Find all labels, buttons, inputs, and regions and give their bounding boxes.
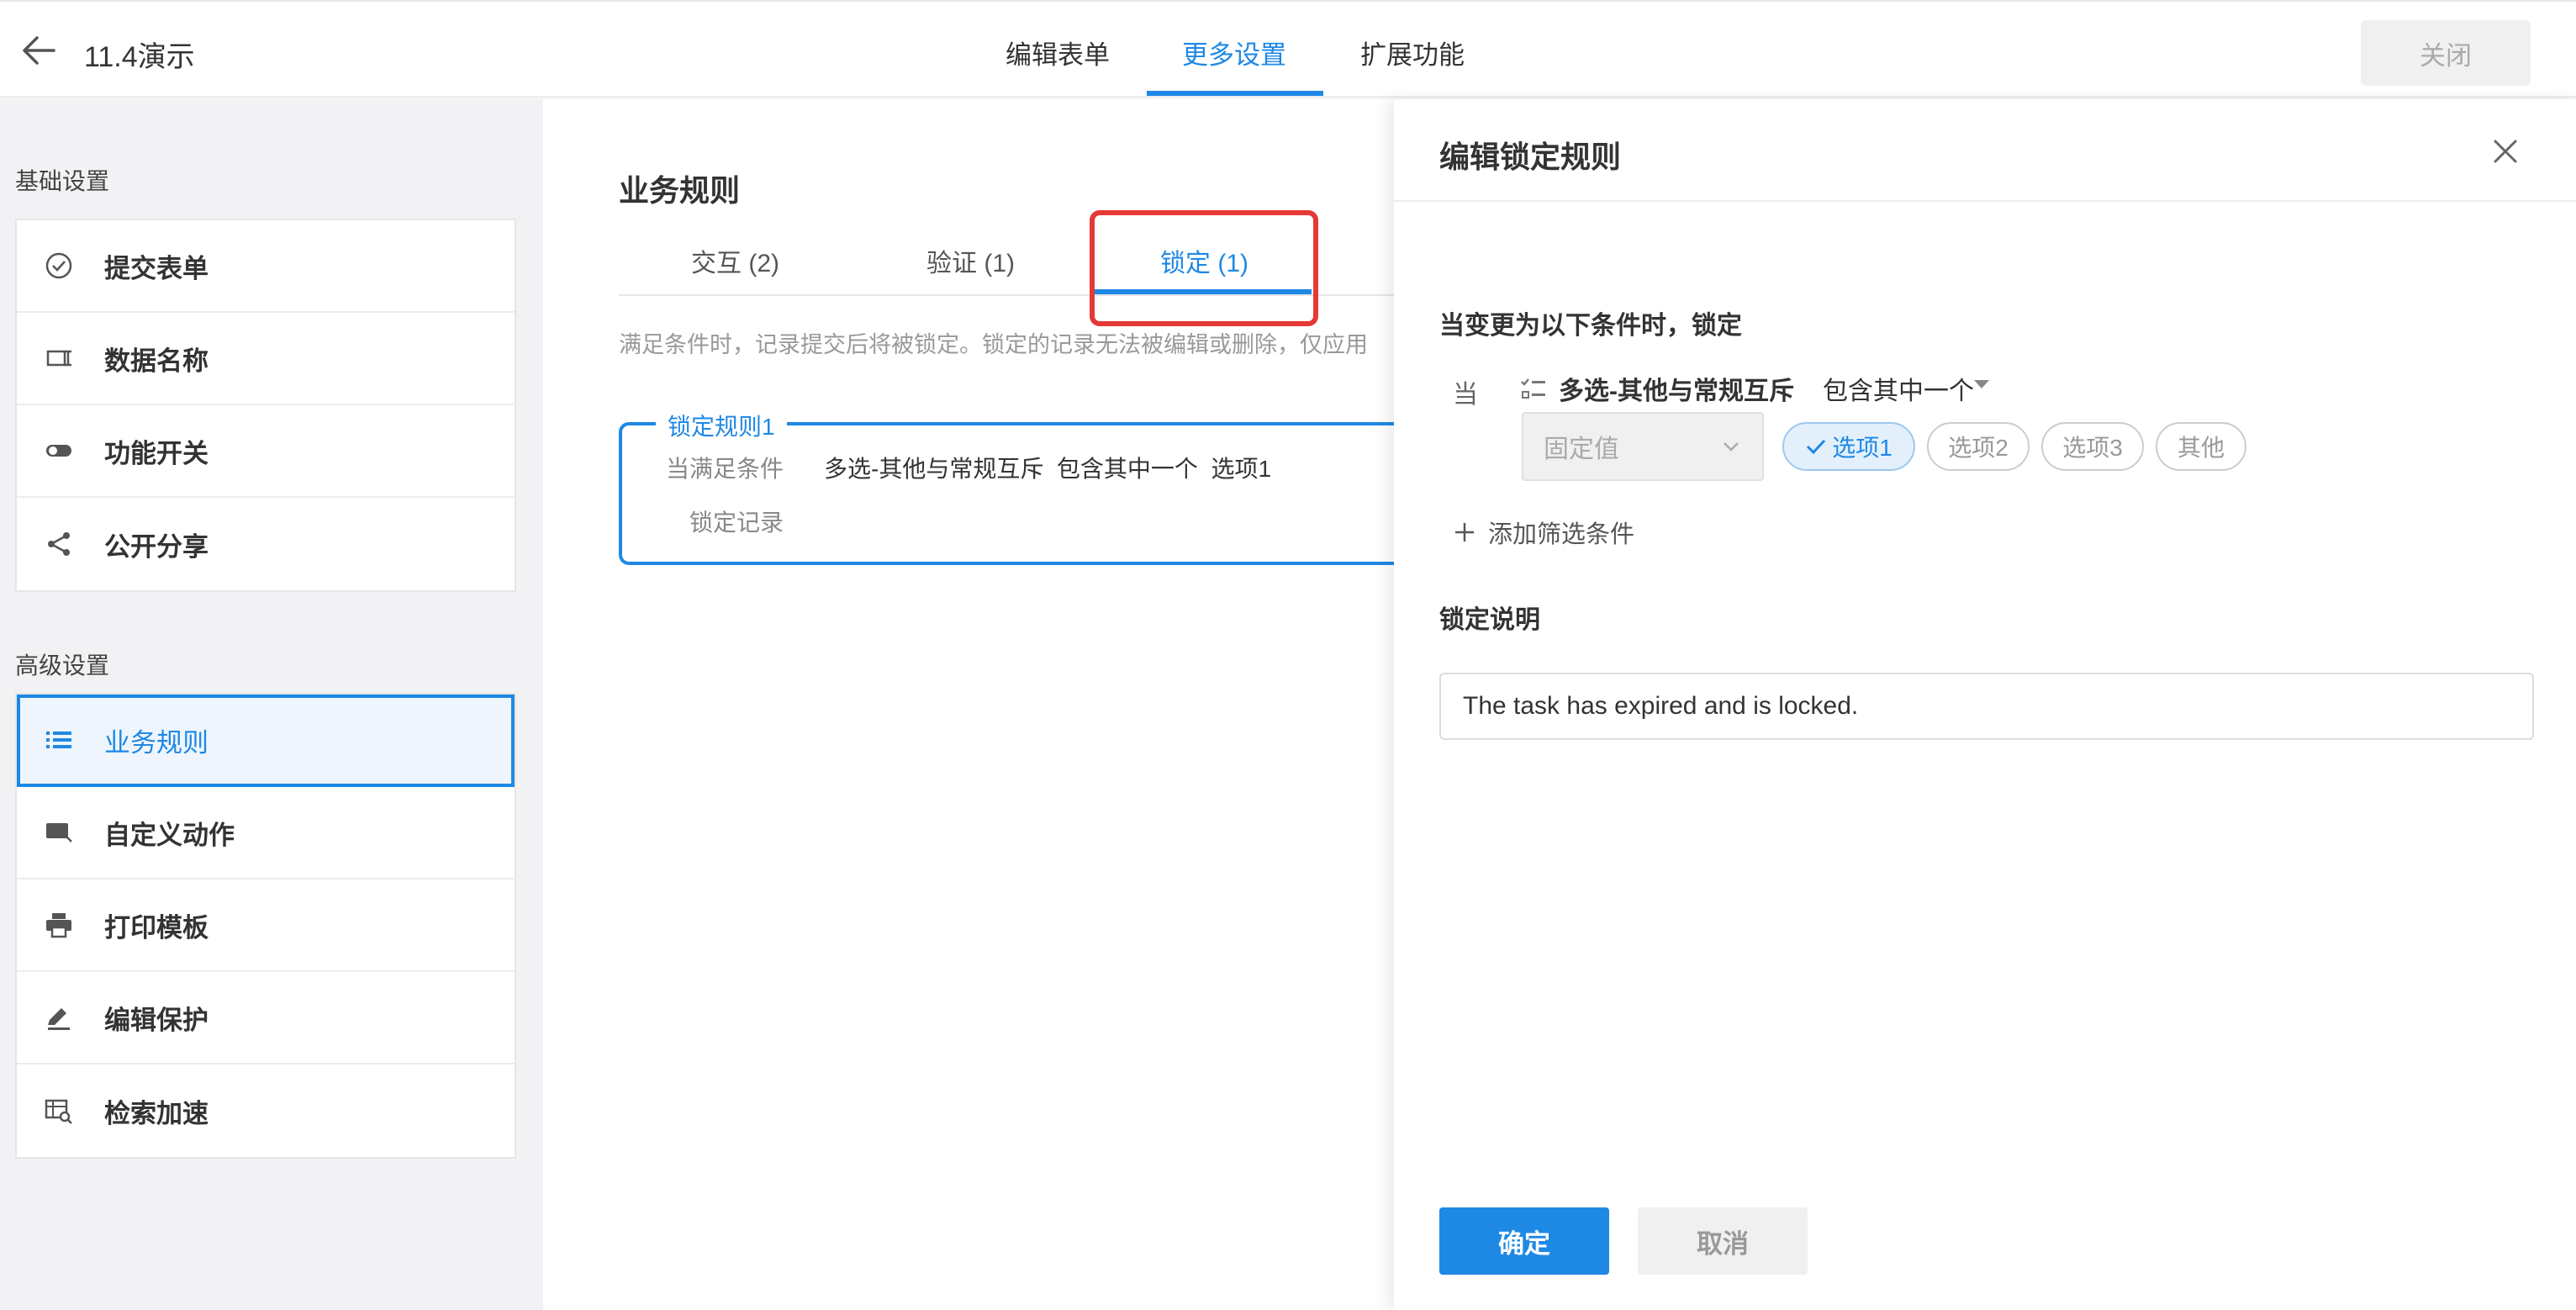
condition-field-name[interactable]: 多选-其他与常规互斥	[1559, 370, 1794, 407]
sidebar-item-label: 功能开关	[104, 438, 209, 468]
search-speed-icon	[42, 1094, 76, 1128]
main-tabs: 编辑表单 更多设置 扩展功能	[0, 2, 2576, 99]
drawer-divider	[1394, 200, 2576, 202]
check-circle-icon	[42, 249, 76, 283]
sidebar-item-label: 检索加速	[104, 1098, 209, 1128]
operator-select[interactable]: 包含其中一个	[1823, 370, 1974, 407]
edit-lock-rule-drawer: 编辑锁定规则 当变更为以下条件时，锁定 当 多选-其他与常规互斥 包含其中一个 …	[1394, 99, 2576, 1310]
advanced-settings-menu: 业务规则 自定义动作 打印模板 编辑保护 检索加速	[15, 693, 516, 1159]
sidebar-item-submit-form[interactable]: 提交表单	[17, 220, 515, 313]
when-label: 当	[1453, 381, 1478, 409]
condition-value: 多选-其他与常规互斥 包含其中一个 选项1	[824, 456, 1272, 482]
plus-icon	[1453, 520, 1476, 544]
label-icon	[42, 341, 76, 375]
condition-label: 当满足条件	[666, 456, 784, 482]
section-title-advanced: 高级设置	[15, 652, 110, 679]
multi-select-field-icon	[1520, 375, 1547, 402]
sidebar-item-label: 提交表单	[104, 253, 209, 283]
sidebar-item-label: 公开分享	[104, 531, 209, 562]
tab-interaction[interactable]: 交互 (2)	[691, 242, 779, 279]
confirm-button[interactable]: 确定	[1439, 1207, 1609, 1275]
page-title: 业务规则	[619, 173, 741, 208]
cancel-button[interactable]: 取消	[1638, 1207, 1808, 1275]
sidebar-item-custom-action[interactable]: 自定义动作	[17, 787, 515, 879]
option-label: 选项1	[1832, 435, 1892, 461]
tab-more-settings[interactable]: 更多设置	[1182, 34, 1286, 71]
lock-description-text: 满足条件时，记录提交后将被锁定。锁定的记录无法被编辑或删除，仅应用	[619, 332, 1368, 357]
add-filter-label: 添加筛选条件	[1488, 521, 1635, 548]
top-bar: 11.4演示 编辑表单 更多设置 扩展功能 关闭	[0, 0, 2576, 98]
sidebar-item-public-share[interactable]: 公开分享	[17, 498, 515, 590]
add-filter-button[interactable]: 添加筛选条件	[1453, 515, 1634, 550]
chevron-down-icon	[1722, 434, 1740, 452]
highlight-annotation	[1090, 210, 1318, 326]
caret-down-icon[interactable]	[1974, 380, 1989, 388]
sidebar-item-label: 编辑保护	[104, 1005, 209, 1035]
list-icon	[42, 723, 76, 757]
close-button[interactable]: 关闭	[2361, 20, 2531, 86]
option-label: 其他	[2177, 435, 2225, 461]
sidebar-item-print-template[interactable]: 打印模板	[17, 879, 515, 972]
checkmark-icon	[1805, 436, 1827, 457]
action-label: 锁定记录	[689, 510, 784, 536]
sidebar-item-business-rules[interactable]: 业务规则	[17, 695, 515, 787]
settings-sidebar: 基础设置 提交表单 数据名称 功能开关 公开分享 高级设置 业务规则 自定义动作…	[0, 99, 543, 1310]
condition-heading: 当变更为以下条件时，锁定	[1439, 312, 1742, 340]
value-type-label: 固定值	[1544, 436, 1619, 463]
share-icon	[42, 527, 76, 561]
sidebar-item-feature-switch[interactable]: 功能开关	[17, 405, 515, 498]
option-chip[interactable]: 其他	[2156, 422, 2246, 471]
sidebar-item-label: 业务规则	[104, 727, 209, 758]
custom-action-icon	[42, 816, 76, 849]
pen-icon	[42, 1001, 76, 1034]
section-title-basic: 基础设置	[15, 168, 110, 194]
business-rules-panel: 业务规则 交互 (2) 验证 (1) 锁定 (1) 满足条件时，记录提交后将被锁…	[543, 99, 1426, 1310]
close-icon[interactable]	[2489, 135, 2522, 168]
drawer-title: 编辑锁定规则	[1439, 140, 1622, 174]
tab-extensions[interactable]: 扩展功能	[1360, 34, 1465, 71]
lock-description-input[interactable]	[1439, 673, 2534, 740]
sidebar-item-edit-protection[interactable]: 编辑保护	[17, 972, 515, 1064]
option-label: 选项2	[1948, 435, 2009, 461]
sidebar-item-data-name[interactable]: 数据名称	[17, 313, 515, 405]
option-chip[interactable]: 选项2	[1927, 422, 2030, 471]
value-type-select[interactable]: 固定值	[1522, 412, 1764, 481]
lock-rule-card[interactable]: 锁定规则1 当满足条件 多选-其他与常规互斥 包含其中一个 选项1 锁定记录	[619, 409, 1426, 565]
tab-edit-form[interactable]: 编辑表单	[1006, 34, 1110, 71]
option-chip[interactable]: 选项1	[1782, 422, 1915, 471]
sidebar-item-label: 数据名称	[104, 346, 209, 376]
lock-description-title: 锁定说明	[1439, 606, 1540, 634]
toggle-icon	[42, 434, 76, 467]
sidebar-item-search-acceleration[interactable]: 检索加速	[17, 1064, 515, 1157]
active-tab-indicator	[1147, 91, 1323, 96]
sidebar-item-label: 打印模板	[104, 912, 209, 943]
rule-name: 锁定规则1	[656, 409, 787, 442]
tab-validation[interactable]: 验证 (1)	[926, 242, 1015, 279]
basic-settings-menu: 提交表单 数据名称 功能开关 公开分享	[15, 219, 516, 592]
option-chip[interactable]: 选项3	[2041, 422, 2144, 471]
printer-icon	[42, 908, 76, 942]
sidebar-item-label: 自定义动作	[104, 820, 235, 850]
option-label: 选项3	[2062, 435, 2123, 461]
